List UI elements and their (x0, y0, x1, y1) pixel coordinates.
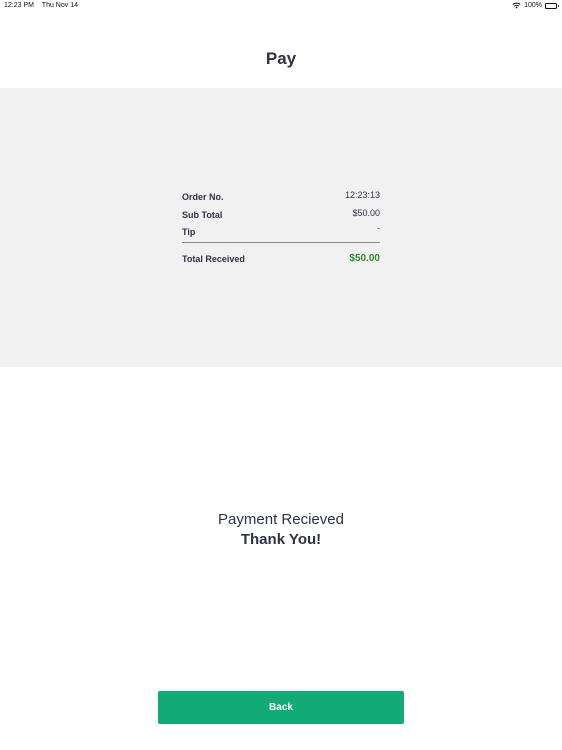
status-right: 100% (512, 2, 559, 9)
total-row: Total Received $50.00 (182, 253, 380, 267)
summary-divider (182, 242, 380, 243)
back-button[interactable]: Back (158, 691, 404, 724)
total-label: Total Received (182, 254, 245, 264)
tip-row: Tip - (182, 223, 380, 239)
status-left: 12:23 PM Thu Nov 14 (4, 2, 84, 9)
battery-percent: 100% (524, 2, 542, 9)
subtotal-row: Sub Total $50.00 (182, 208, 380, 222)
subtotal-label: Sub Total (182, 210, 223, 220)
payment-received-message: Payment Recieved (218, 511, 344, 528)
tip-value: - (377, 223, 380, 233)
order-number-value: 12:23:13 (344, 190, 380, 200)
battery-icon (545, 2, 559, 9)
order-number-row: Order No. 12:23:13 (182, 190, 380, 204)
total-value: $50.00 (349, 253, 380, 264)
wifi-icon (512, 2, 521, 9)
tip-label: Tip (182, 227, 196, 237)
status-time: 12:23 PM (4, 2, 34, 9)
page-title: Pay (265, 49, 297, 68)
order-number-label: Order No. (182, 192, 224, 202)
status-date: Thu Nov 14 (41, 2, 78, 9)
subtotal-value: $50.00 (352, 208, 380, 218)
status-bar: 12:23 PM Thu Nov 14 100% (0, 0, 562, 12)
thank-you-message: Thank You! (240, 531, 322, 548)
